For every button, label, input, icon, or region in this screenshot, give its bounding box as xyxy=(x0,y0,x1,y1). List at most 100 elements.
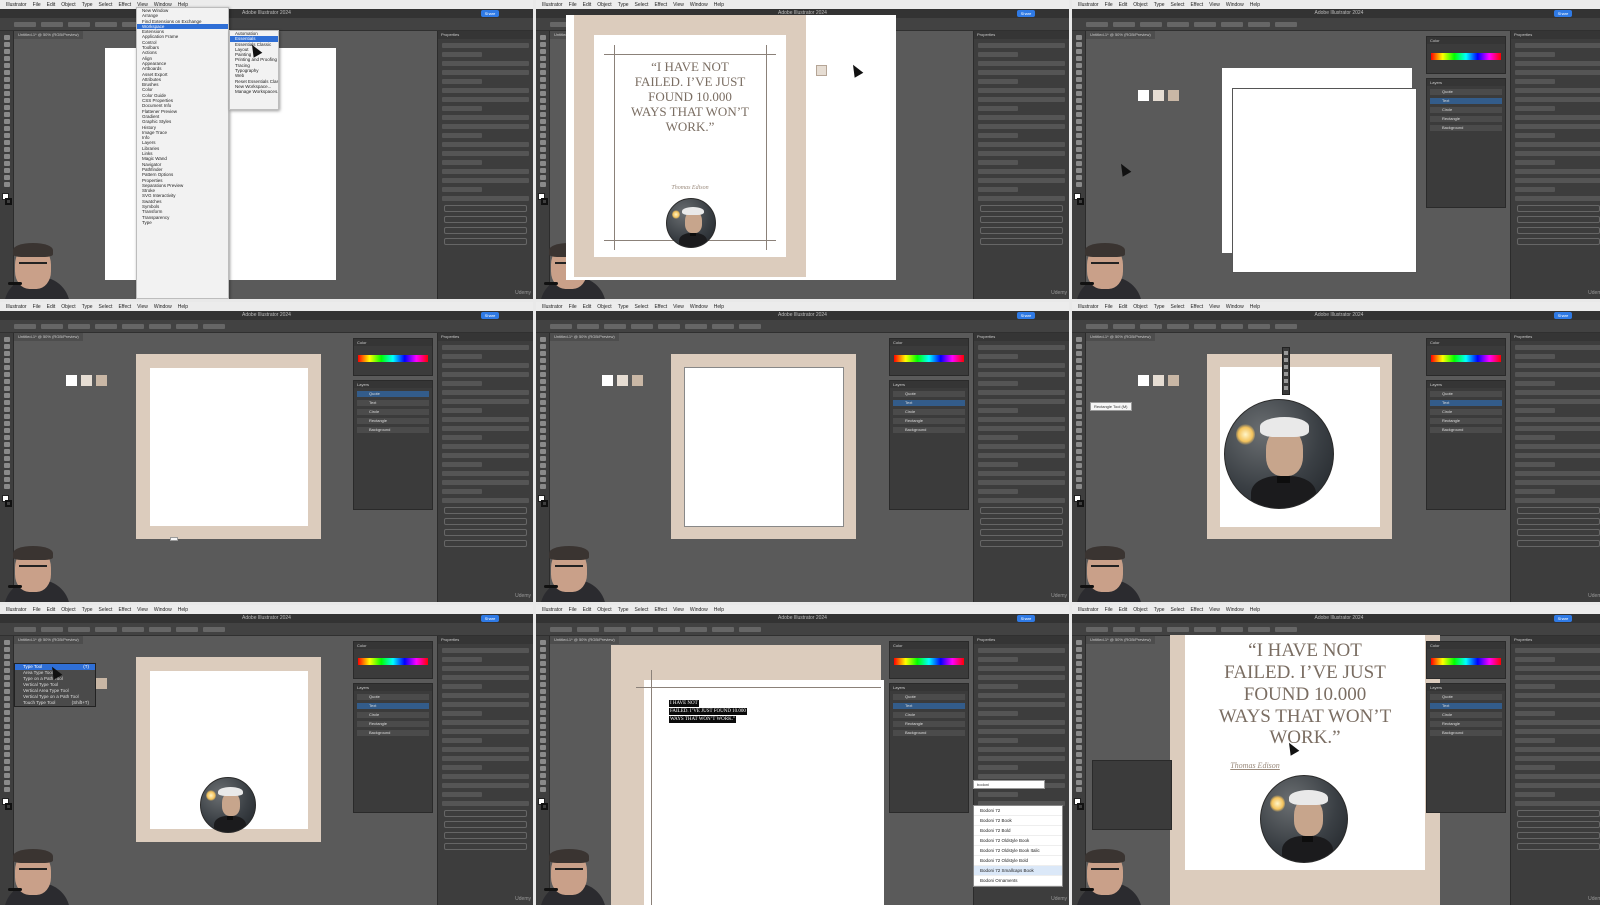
floating-tool-icon[interactable] xyxy=(1284,379,1288,383)
panel-row[interactable] xyxy=(978,480,1065,485)
panel-row[interactable] xyxy=(978,675,1065,680)
tool-icon[interactable] xyxy=(4,414,10,419)
tool-icon[interactable] xyxy=(4,640,10,645)
tool-icon[interactable] xyxy=(1076,654,1082,659)
tool-icon[interactable] xyxy=(4,703,10,708)
tool-icon[interactable] xyxy=(1076,710,1082,715)
panel-row[interactable] xyxy=(1515,426,1600,431)
tool-icon[interactable] xyxy=(4,126,10,131)
menu-file[interactable]: File xyxy=(569,607,577,613)
layer-row[interactable]: Text xyxy=(893,703,965,709)
document-tab[interactable]: Untitled-1* @ 50% (RGB/Preview) xyxy=(550,636,619,644)
panel-row[interactable] xyxy=(978,169,1065,174)
panel-row[interactable] xyxy=(978,133,1018,138)
panel-row[interactable] xyxy=(442,684,482,689)
panel-button[interactable] xyxy=(444,810,527,817)
menu-select[interactable]: Select xyxy=(635,304,649,310)
panel-row[interactable] xyxy=(1515,106,1555,111)
tool-icon[interactable] xyxy=(4,35,10,40)
layer-row[interactable]: Rectangle xyxy=(1430,116,1502,122)
panel-row[interactable] xyxy=(1515,354,1555,359)
panel-row[interactable] xyxy=(1515,675,1600,680)
panel-row[interactable] xyxy=(978,417,1065,422)
menu-select[interactable]: Select xyxy=(99,2,113,8)
panel-row[interactable] xyxy=(978,390,1065,395)
menu-view[interactable]: View xyxy=(1209,304,1220,310)
panel-row[interactable] xyxy=(1515,70,1600,75)
share-button[interactable]: Share xyxy=(1017,10,1035,17)
panel-row[interactable] xyxy=(978,408,1018,413)
layer-row[interactable]: Text xyxy=(357,703,429,709)
tool-icon[interactable] xyxy=(540,477,546,482)
menu-edit[interactable]: Edit xyxy=(47,304,56,310)
menu-object[interactable]: Object xyxy=(1133,607,1147,613)
tool-icon[interactable] xyxy=(4,119,10,124)
tool-icon[interactable] xyxy=(4,70,10,75)
panel-row[interactable] xyxy=(978,160,1018,165)
workspace-menu-item[interactable]: Printing and Proofing xyxy=(230,57,278,62)
color-swatch[interactable] xyxy=(1153,90,1164,101)
panel-button[interactable] xyxy=(1517,216,1600,223)
menu-help[interactable]: Help xyxy=(1250,304,1260,310)
tool-icon[interactable] xyxy=(540,661,546,666)
tool-icon[interactable] xyxy=(540,98,546,103)
tool-icon[interactable] xyxy=(1076,780,1082,785)
tool-icon[interactable] xyxy=(540,654,546,659)
panel-button[interactable] xyxy=(1517,810,1600,817)
tool-icon[interactable] xyxy=(540,414,546,419)
menu-file[interactable]: File xyxy=(33,2,41,8)
tool-icon[interactable] xyxy=(540,484,546,489)
menu-effect[interactable]: Effect xyxy=(118,304,131,310)
document-tab[interactable]: Untitled-1* @ 50% (RGB/Preview) xyxy=(14,636,83,644)
panel-button[interactable] xyxy=(980,205,1063,212)
tool-icon[interactable] xyxy=(1076,35,1082,40)
layer-row[interactable]: Background xyxy=(893,427,965,433)
panel-row[interactable] xyxy=(442,354,482,359)
color-swatch[interactable] xyxy=(1168,375,1179,386)
inner-white[interactable] xyxy=(684,367,844,527)
tool-icon[interactable] xyxy=(540,140,546,145)
menu-help[interactable]: Help xyxy=(1250,607,1260,613)
color-swatch[interactable] xyxy=(632,375,643,386)
panel-button[interactable] xyxy=(1517,843,1600,850)
panel-row[interactable] xyxy=(1515,133,1555,138)
menu-help[interactable]: Help xyxy=(714,2,724,8)
tool-icon[interactable] xyxy=(4,484,10,489)
menu-view[interactable]: View xyxy=(1209,2,1220,8)
menu-object[interactable]: Object xyxy=(597,607,611,613)
color-swatch[interactable] xyxy=(617,375,628,386)
panel-button[interactable] xyxy=(980,507,1063,514)
tool-icon[interactable] xyxy=(1076,484,1082,489)
share-button[interactable]: Share xyxy=(481,10,499,17)
panel-button[interactable] xyxy=(980,227,1063,234)
tool-icon[interactable] xyxy=(4,49,10,54)
panel-row[interactable] xyxy=(442,178,529,183)
edison-portrait[interactable] xyxy=(1224,399,1334,509)
quote-text[interactable]: “I HAVE NOT FAILED. I’VE JUST FOUND 10.000… xyxy=(612,59,768,135)
tool-icon[interactable] xyxy=(1076,70,1082,75)
panel-row[interactable] xyxy=(978,435,1018,440)
menu-select[interactable]: Select xyxy=(635,2,649,8)
panel-row[interactable] xyxy=(442,52,482,57)
menu-window[interactable]: Window xyxy=(1226,2,1244,8)
color-swatch[interactable] xyxy=(1138,375,1149,386)
menu-edit[interactable]: Edit xyxy=(583,607,592,613)
tool-icon[interactable] xyxy=(540,35,546,40)
stroke-swatch[interactable] xyxy=(5,198,12,205)
stroke-swatch[interactable] xyxy=(1077,803,1084,810)
layer-row[interactable]: Background xyxy=(893,730,965,736)
menu-object[interactable]: Object xyxy=(61,304,75,310)
menu-help[interactable]: Help xyxy=(714,607,724,613)
tool-icon[interactable] xyxy=(4,463,10,468)
menu-view[interactable]: View xyxy=(673,607,684,613)
tool-icon[interactable] xyxy=(1076,42,1082,47)
tool-icon[interactable] xyxy=(540,449,546,454)
menu-window[interactable]: Window xyxy=(154,607,172,613)
stroke-swatch[interactable] xyxy=(541,500,548,507)
tool-icon[interactable] xyxy=(4,675,10,680)
stroke-swatch[interactable] xyxy=(1077,500,1084,507)
panel-row[interactable] xyxy=(978,720,1065,725)
panel-row[interactable] xyxy=(442,142,529,147)
properties-panel-header[interactable]: Properties xyxy=(1511,333,1600,341)
layer-row[interactable]: Rectangle xyxy=(893,418,965,424)
